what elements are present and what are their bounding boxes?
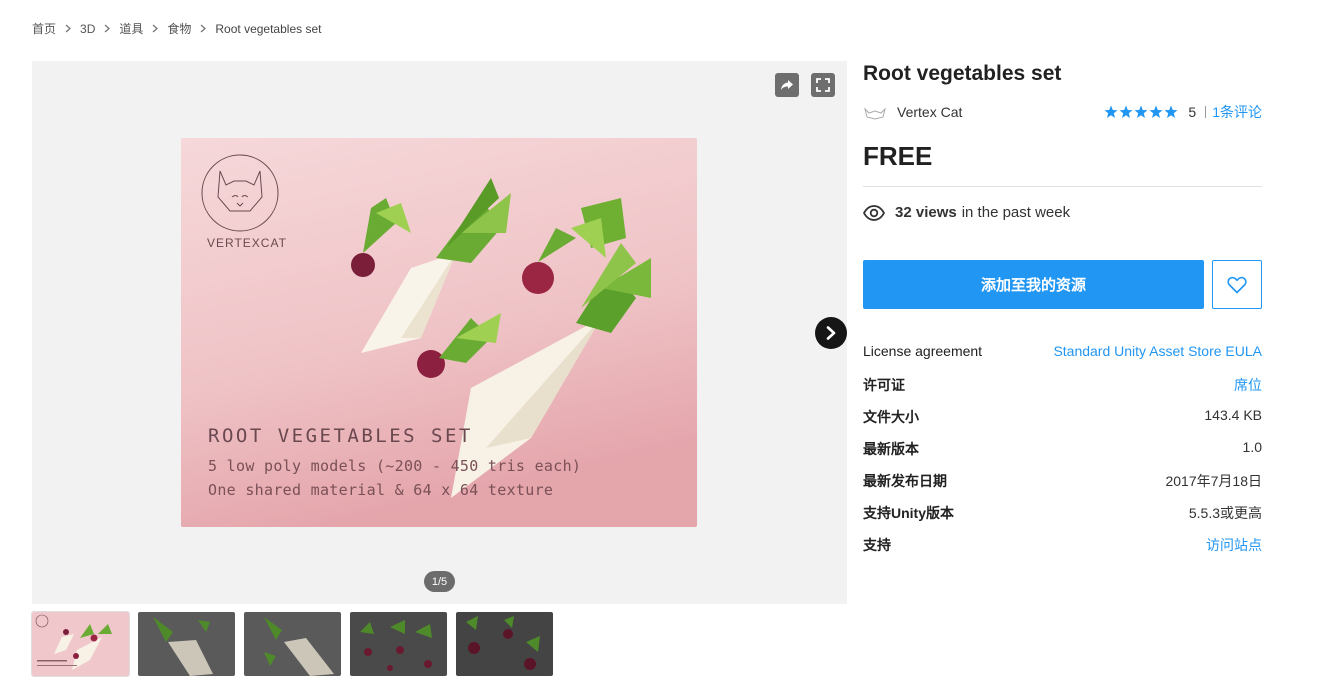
rating-score: 5	[1188, 104, 1197, 120]
eye-icon	[863, 204, 885, 221]
license-seat-link[interactable]: 席位	[1234, 375, 1262, 395]
star-rating	[1104, 105, 1179, 119]
thumbnail-2[interactable]	[138, 612, 235, 676]
chevron-right-icon	[104, 24, 111, 33]
detail-label: 支持Unity版本	[863, 505, 954, 521]
fullscreen-icon	[816, 78, 830, 92]
breadcrumb-props[interactable]: 道具	[119, 20, 143, 37]
detail-label: 最新发布日期	[863, 473, 947, 489]
detail-row-release-date: 最新发布日期 2017年7月18日	[863, 471, 1262, 503]
detail-value: 2017年7月18日	[1165, 473, 1262, 489]
star-icon	[1149, 105, 1163, 118]
detail-row-unity-version: 支持Unity版本 5.5.3或更高	[863, 503, 1262, 535]
thumbnail-1[interactable]	[31, 611, 130, 677]
thumbnail-5[interactable]	[456, 612, 553, 676]
main-image[interactable]: VERTEXCAT ROOT VEGETABLES SET 5 low poly…	[181, 138, 697, 527]
details-list: License agreement Standard Unity Asset S…	[863, 343, 1262, 567]
heart-icon	[1227, 276, 1247, 293]
image-counter: 1/5	[424, 571, 455, 592]
detail-label: 许可证	[863, 377, 905, 393]
detail-label: 文件大小	[863, 409, 919, 425]
publisher-row: Vertex Cat 5 1条评论	[863, 101, 1262, 123]
favorite-button[interactable]	[1212, 260, 1262, 309]
detail-label: 支持	[863, 537, 891, 553]
chevron-right-icon	[826, 326, 836, 340]
fullscreen-button[interactable]	[811, 73, 835, 97]
detail-value: 1.0	[1242, 439, 1262, 455]
breadcrumb-3d[interactable]: 3D	[80, 22, 95, 36]
product-panel: Root vegetables set Vertex Cat 5 1条评论 FR…	[863, 61, 1262, 553]
image-title-text: ROOT VEGETABLES SET	[208, 425, 473, 447]
star-icon	[1164, 105, 1178, 118]
reviews-link[interactable]: 1条评论	[1212, 102, 1262, 122]
detail-value: 143.4 KB	[1204, 407, 1262, 423]
media-viewer: VERTEXCAT ROOT VEGETABLES SET 5 low poly…	[32, 61, 847, 604]
detail-label: License agreement	[863, 343, 983, 359]
share-button[interactable]	[775, 73, 799, 97]
views-count: 32 views	[895, 204, 957, 221]
breadcrumb-home[interactable]: 首页	[32, 20, 56, 37]
detail-row-license: 许可证 席位	[863, 375, 1262, 407]
detail-row-latest-version: 最新版本 1.0	[863, 439, 1262, 471]
breadcrumb: 首页 3D 道具 食物 Root vegetables set	[32, 20, 321, 37]
thumbnail-4[interactable]	[350, 612, 447, 676]
visit-site-link[interactable]: 访问站点	[1206, 535, 1262, 555]
add-to-my-assets-button[interactable]: 添加至我的资源	[863, 260, 1204, 309]
detail-row-license-agreement: License agreement Standard Unity Asset S…	[863, 343, 1262, 375]
chevron-right-icon	[200, 24, 207, 33]
publisher-logo	[863, 103, 887, 121]
publisher-name[interactable]: Vertex Cat	[897, 104, 962, 120]
breadcrumb-current: Root vegetables set	[215, 21, 322, 36]
detail-row-file-size: 文件大小 143.4 KB	[863, 407, 1262, 439]
breadcrumb-food[interactable]: 食物	[167, 20, 191, 37]
rating: 5 1条评论	[1104, 101, 1262, 123]
star-icon	[1134, 105, 1148, 118]
thumbnail-strip	[31, 611, 562, 677]
star-icon	[1104, 105, 1118, 118]
star-icon	[1119, 105, 1133, 118]
chevron-right-icon	[152, 24, 159, 33]
detail-value: 5.5.3或更高	[1188, 505, 1262, 521]
chevron-right-icon	[65, 24, 72, 33]
image-caption-line-1: 5 low poly models (~200 - 450 tris each)	[208, 457, 582, 475]
price: FREE	[863, 141, 933, 171]
divider	[1205, 106, 1207, 118]
eula-link[interactable]: Standard Unity Asset Store EULA	[1053, 343, 1262, 359]
image-brand-text: VERTEXCAT	[207, 236, 287, 250]
views-period: in the past week	[961, 204, 1071, 221]
next-image-button[interactable]	[815, 317, 847, 349]
image-caption-line-2: One shared material & 64 x 64 texture	[208, 481, 554, 499]
views-stat: 32 views in the past week	[863, 204, 1070, 221]
detail-label: 最新版本	[863, 441, 919, 457]
share-icon	[781, 80, 793, 90]
detail-row-support: 支持 访问站点	[863, 535, 1262, 567]
product-title: Root vegetables set	[863, 62, 1062, 85]
divider	[863, 186, 1262, 187]
thumbnail-3[interactable]	[244, 612, 341, 676]
